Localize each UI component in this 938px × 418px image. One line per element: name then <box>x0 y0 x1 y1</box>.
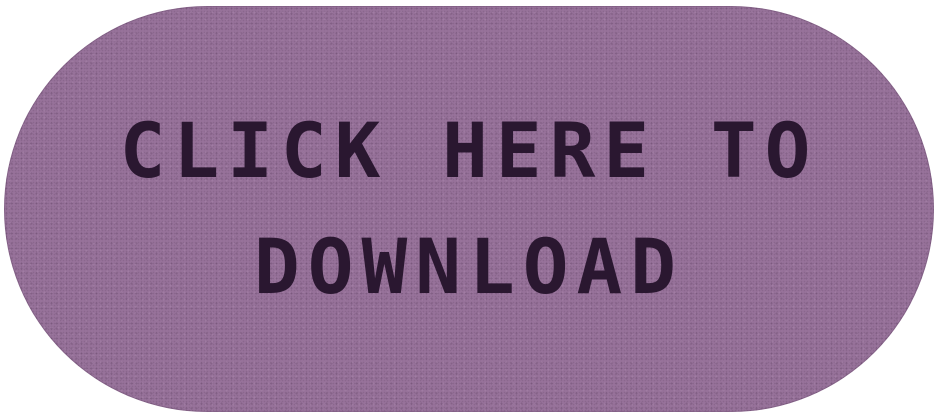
download-button[interactable]: CLICK HERE TO DOWNLOAD <box>4 6 934 412</box>
download-button-label-line-2: DOWNLOAD <box>253 222 685 311</box>
download-button-label-line-1: CLICK HERE TO <box>119 106 819 195</box>
page: CLICK HERE TO DOWNLOAD <box>0 0 938 418</box>
